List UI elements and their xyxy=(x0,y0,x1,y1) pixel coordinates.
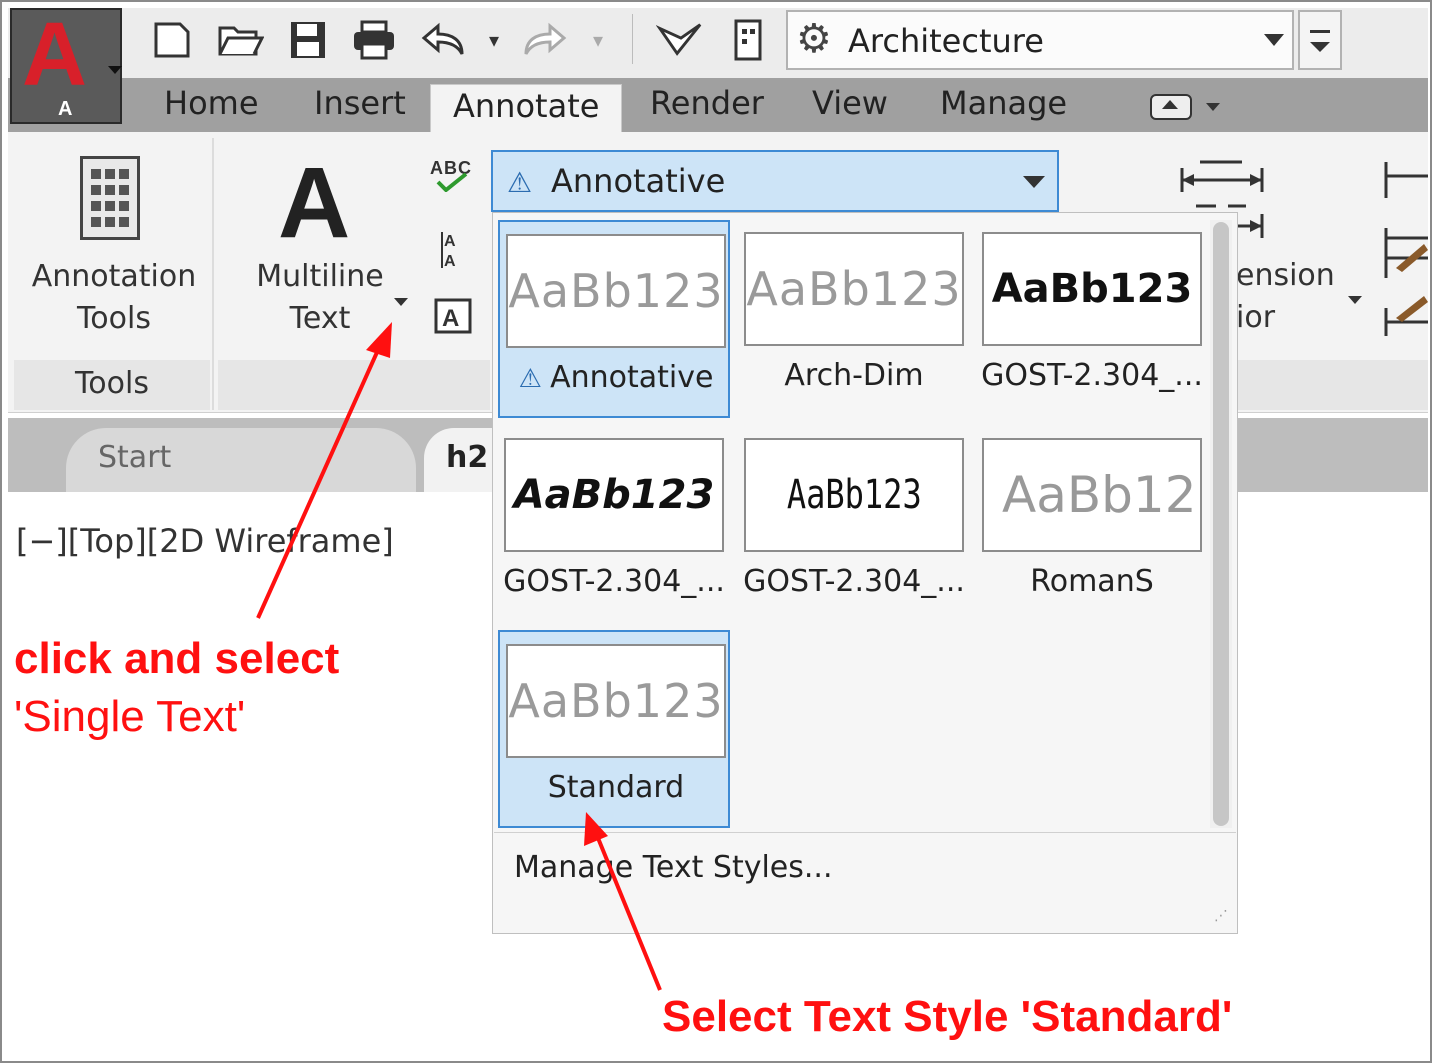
annotation-tools-icon[interactable] xyxy=(80,156,140,240)
multiline-text-button[interactable]: Multiline Text xyxy=(236,256,404,340)
text-style-combo[interactable]: ⚠ Annotative xyxy=(491,150,1059,212)
preview-text: AaBb123 xyxy=(746,262,962,316)
annotation-tools-label: Tools xyxy=(77,301,151,336)
app-menu-sub-label: A xyxy=(58,98,73,120)
preview-text: AaBb123 xyxy=(991,266,1193,312)
style-tile-standard[interactable]: AaBb123 Standard xyxy=(498,630,730,828)
dimension-label[interactable]: ension xyxy=(1236,258,1335,293)
gallery-scroll-thumb[interactable] xyxy=(1213,222,1229,826)
preview-text: AaBb123 xyxy=(513,472,715,518)
style-tile-arch-dim[interactable]: AaBb123 Arch-Dim xyxy=(738,220,970,418)
instruction-note-single-text: click and select 'Single Text' xyxy=(14,630,339,746)
annotative-icon: ⚠ xyxy=(507,166,533,199)
menu-lines-icon xyxy=(1310,30,1330,33)
instruction-line: click and select xyxy=(14,634,340,683)
style-tile-annotative[interactable]: AaBb123 ⚠ Annotative xyxy=(498,220,730,418)
style-name: Standard xyxy=(547,770,685,805)
multiline-text-icon[interactable]: A xyxy=(278,146,350,261)
preview-text: AaBb12 xyxy=(1002,466,1197,524)
panel-title-bar xyxy=(218,360,490,410)
tab-render[interactable]: Render xyxy=(650,84,764,122)
svg-text:A: A xyxy=(442,305,459,332)
dimension-label[interactable]: ior xyxy=(1236,300,1275,335)
chevron-down-icon[interactable] xyxy=(394,298,408,306)
application-menu-button[interactable]: A A xyxy=(10,5,122,124)
spell-check-icon[interactable]: ABC xyxy=(430,158,472,192)
style-name: ⚠ Annotative xyxy=(500,360,732,395)
style-preview: AaBb123 xyxy=(506,644,726,758)
style-name: GOST-2.304_... xyxy=(503,564,725,599)
chevron-down-icon[interactable] xyxy=(1206,103,1220,111)
tab-insert[interactable]: Insert xyxy=(314,84,406,122)
multiline-text-label: Text xyxy=(289,301,351,336)
text-height-icon[interactable]: AA xyxy=(440,230,466,273)
minimize-ribbon-button[interactable] xyxy=(1150,94,1192,120)
annotation-tools-button[interactable]: Annotation Tools xyxy=(20,256,208,340)
text-style-value: Annotative xyxy=(551,162,726,200)
toolbar-separator xyxy=(632,14,633,64)
chevron-down-icon xyxy=(108,66,122,74)
style-tile-gost-1[interactable]: AaBb123 GOST-2.304_... xyxy=(976,220,1208,418)
style-preview: AaBb12 xyxy=(982,438,1202,552)
tab-view[interactable]: View xyxy=(812,84,888,122)
style-name: Arch-Dim xyxy=(784,358,924,393)
annotative-icon: ⚠ xyxy=(518,364,551,394)
style-preview: AaBb123 xyxy=(506,234,726,348)
sheetset-icon[interactable] xyxy=(724,18,772,62)
preview-text: AaBb123 xyxy=(786,472,922,518)
instruction-line: 'Single Text' xyxy=(14,692,246,741)
style-name: RomanS xyxy=(1030,564,1154,599)
preview-text: AaBb123 xyxy=(508,264,724,318)
chevron-down-icon xyxy=(1023,176,1045,188)
style-preview: AaBb123 xyxy=(504,438,724,552)
drawing-tab-label[interactable]: h2 xyxy=(446,440,488,475)
style-tile-gost-3[interactable]: AaBb123 GOST-2.304_... xyxy=(738,426,970,624)
panel-separator xyxy=(212,138,214,410)
tools-panel-title: Tools xyxy=(75,366,149,401)
dimension-tools-icon[interactable] xyxy=(1380,158,1428,338)
tab-manage[interactable]: Manage xyxy=(940,84,1067,122)
svg-text:A: A xyxy=(444,233,456,250)
customize-qat-button[interactable] xyxy=(1298,10,1342,70)
style-preview: AaBb123 xyxy=(744,438,964,552)
redo-dropdown-icon[interactable]: ▾ xyxy=(584,18,612,62)
find-text-icon[interactable]: A xyxy=(432,296,476,342)
workspace-name: Architecture xyxy=(848,22,1044,60)
undo-dropdown-icon[interactable]: ▾ xyxy=(480,18,508,62)
style-preview: AaBb123 xyxy=(744,232,964,346)
svg-text:A: A xyxy=(444,253,456,270)
save-icon[interactable] xyxy=(284,18,332,62)
workspace-switcher[interactable]: ⚙ Architecture xyxy=(786,10,1294,70)
gear-icon: ⚙ xyxy=(796,16,832,62)
manage-text-styles-link[interactable]: Manage Text Styles... xyxy=(514,850,833,885)
start-tab-label[interactable]: Start xyxy=(98,440,171,475)
annotation-tools-label: Annotation xyxy=(31,259,197,294)
print-icon[interactable] xyxy=(350,18,398,62)
chevron-down-icon[interactable] xyxy=(1348,296,1362,304)
tab-home[interactable]: Home xyxy=(164,84,259,122)
redo-icon[interactable] xyxy=(520,18,568,62)
new-icon[interactable] xyxy=(148,18,196,62)
viewport-controls[interactable]: [−][Top][2D Wireframe] xyxy=(16,522,394,560)
style-tile-romans[interactable]: AaBb12 RomanS xyxy=(976,426,1208,624)
style-tile-gost-2[interactable]: AaBb123 GOST-2.304_... xyxy=(498,426,730,624)
tab-annotate[interactable]: Annotate xyxy=(430,84,623,133)
preview-text: AaBb123 xyxy=(508,674,724,728)
chevron-down-icon xyxy=(1264,34,1284,46)
style-name: GOST-2.304_... xyxy=(981,358,1203,393)
undo-icon[interactable] xyxy=(420,18,468,62)
share-icon[interactable] xyxy=(656,18,704,62)
instruction-note-standard: Select Text Style 'Standard' xyxy=(662,992,1233,1041)
style-preview: AaBb123 xyxy=(982,232,1202,346)
open-icon[interactable] xyxy=(216,18,264,62)
style-name: GOST-2.304_... xyxy=(743,564,965,599)
resize-grip-icon[interactable]: ⋰ xyxy=(1214,908,1228,924)
style-name-text: Annotative xyxy=(550,360,714,395)
gallery-separator xyxy=(494,832,1236,833)
autocad-logo-icon: A xyxy=(22,5,87,105)
multiline-text-label: Multiline xyxy=(256,259,384,294)
chevron-down-icon xyxy=(1310,42,1330,52)
